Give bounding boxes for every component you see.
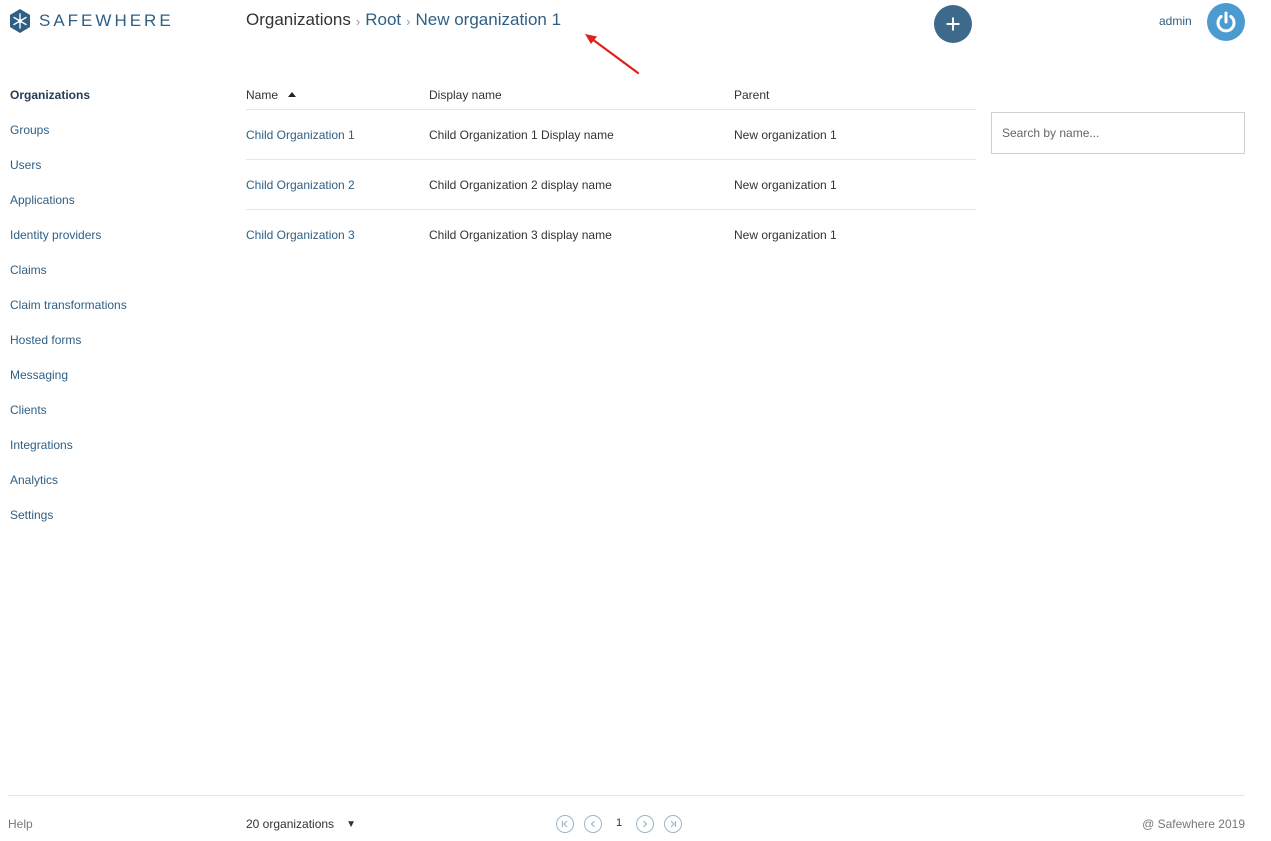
sidebar: Organizations Groups Users Applications …: [10, 88, 127, 543]
organization-parent: New organization 1: [734, 177, 837, 192]
logout-button[interactable]: [1207, 3, 1245, 41]
first-page-button[interactable]: [556, 815, 574, 833]
sidebar-item-claim-transformations[interactable]: Claim transformations: [10, 298, 127, 333]
sidebar-item-claims[interactable]: Claims: [10, 263, 127, 298]
page-size-select[interactable]: 20 organizations ▼: [246, 817, 356, 831]
sidebar-item-users[interactable]: Users: [10, 158, 127, 193]
search-input[interactable]: [991, 112, 1245, 154]
column-header-name[interactable]: Name: [246, 88, 429, 102]
table-header: Name Display name Parent: [246, 80, 976, 110]
safewhere-logo-icon: [10, 9, 30, 33]
column-header-name-label: Name: [246, 87, 279, 102]
organization-display-name: Child Organization 2 display name: [429, 177, 612, 192]
organization-parent: New organization 1: [734, 228, 837, 242]
power-icon: [1216, 11, 1236, 33]
sidebar-item-applications[interactable]: Applications: [10, 193, 127, 228]
sidebar-item-hosted-forms[interactable]: Hosted forms: [10, 333, 127, 368]
logo[interactable]: SAFEWHERE: [9, 9, 174, 33]
column-header-parent[interactable]: Parent: [734, 88, 976, 102]
breadcrumb-organizations[interactable]: Organizations: [246, 10, 351, 30]
annotation-arrow: [585, 34, 640, 75]
sidebar-item-settings[interactable]: Settings: [10, 508, 127, 543]
sort-ascending-icon: [288, 91, 297, 97]
sidebar-item-clients[interactable]: Clients: [10, 403, 127, 438]
next-page-button[interactable]: [636, 815, 655, 833]
organization-display-name: Child Organization 3 display name: [429, 228, 612, 242]
organization-name-link[interactable]: Child Organization 2: [246, 178, 429, 192]
breadcrumb-current[interactable]: New organization 1: [416, 10, 562, 30]
column-header-display-name[interactable]: Display name: [429, 88, 734, 102]
sidebar-item-integrations[interactable]: Integrations: [10, 438, 127, 473]
organization-parent: New organization 1: [734, 127, 837, 142]
last-page-button[interactable]: [664, 815, 683, 833]
table-row: Child Organization 3 Child Organization …: [246, 210, 976, 260]
copyright: @ Safewhere 2019: [1142, 817, 1245, 831]
logo-text: SAFEWHERE: [39, 11, 174, 30]
sidebar-item-messaging[interactable]: Messaging: [10, 368, 127, 403]
page-size-label: 20 organizations: [246, 817, 335, 831]
organizations-table: Name Display name Parent Child Organizat…: [246, 80, 976, 260]
caret-down-icon: ▼: [346, 818, 356, 830]
table-row: Child Organization 1 Child Organization …: [246, 110, 976, 160]
organization-display-name: Child Organization 1 Display name: [429, 127, 614, 142]
organization-name-link[interactable]: Child Organization 3: [246, 228, 429, 242]
sidebar-item-identity-providers[interactable]: Identity providers: [10, 228, 127, 263]
sidebar-item-groups[interactable]: Groups: [10, 123, 127, 158]
sidebar-item-organizations[interactable]: Organizations: [10, 88, 127, 123]
help-link[interactable]: Help: [8, 817, 33, 831]
organization-name-link[interactable]: Child Organization 1: [246, 128, 429, 142]
pagination: 1: [556, 815, 683, 833]
add-organization-button[interactable]: [934, 5, 972, 43]
first-page-icon: [561, 820, 568, 828]
plus-icon: [946, 17, 960, 31]
chevron-left-icon: [590, 820, 595, 828]
previous-page-button[interactable]: [584, 815, 602, 833]
footer: Help 20 organizations ▼ 1 @ Safewhere 20…: [8, 795, 1245, 841]
current-page-number: 1: [616, 817, 623, 829]
breadcrumb-root[interactable]: Root: [365, 10, 401, 30]
chevron-right-icon: [643, 820, 648, 828]
user-name[interactable]: admin: [1159, 14, 1192, 28]
sidebar-item-analytics[interactable]: Analytics: [10, 473, 127, 508]
breadcrumb: Organizations › Root › New organization …: [246, 10, 561, 30]
last-page-icon: [670, 820, 677, 828]
table-row: Child Organization 2 Child Organization …: [246, 160, 976, 210]
breadcrumb-separator-icon: ›: [406, 13, 411, 29]
breadcrumb-separator-icon: ›: [355, 13, 361, 29]
